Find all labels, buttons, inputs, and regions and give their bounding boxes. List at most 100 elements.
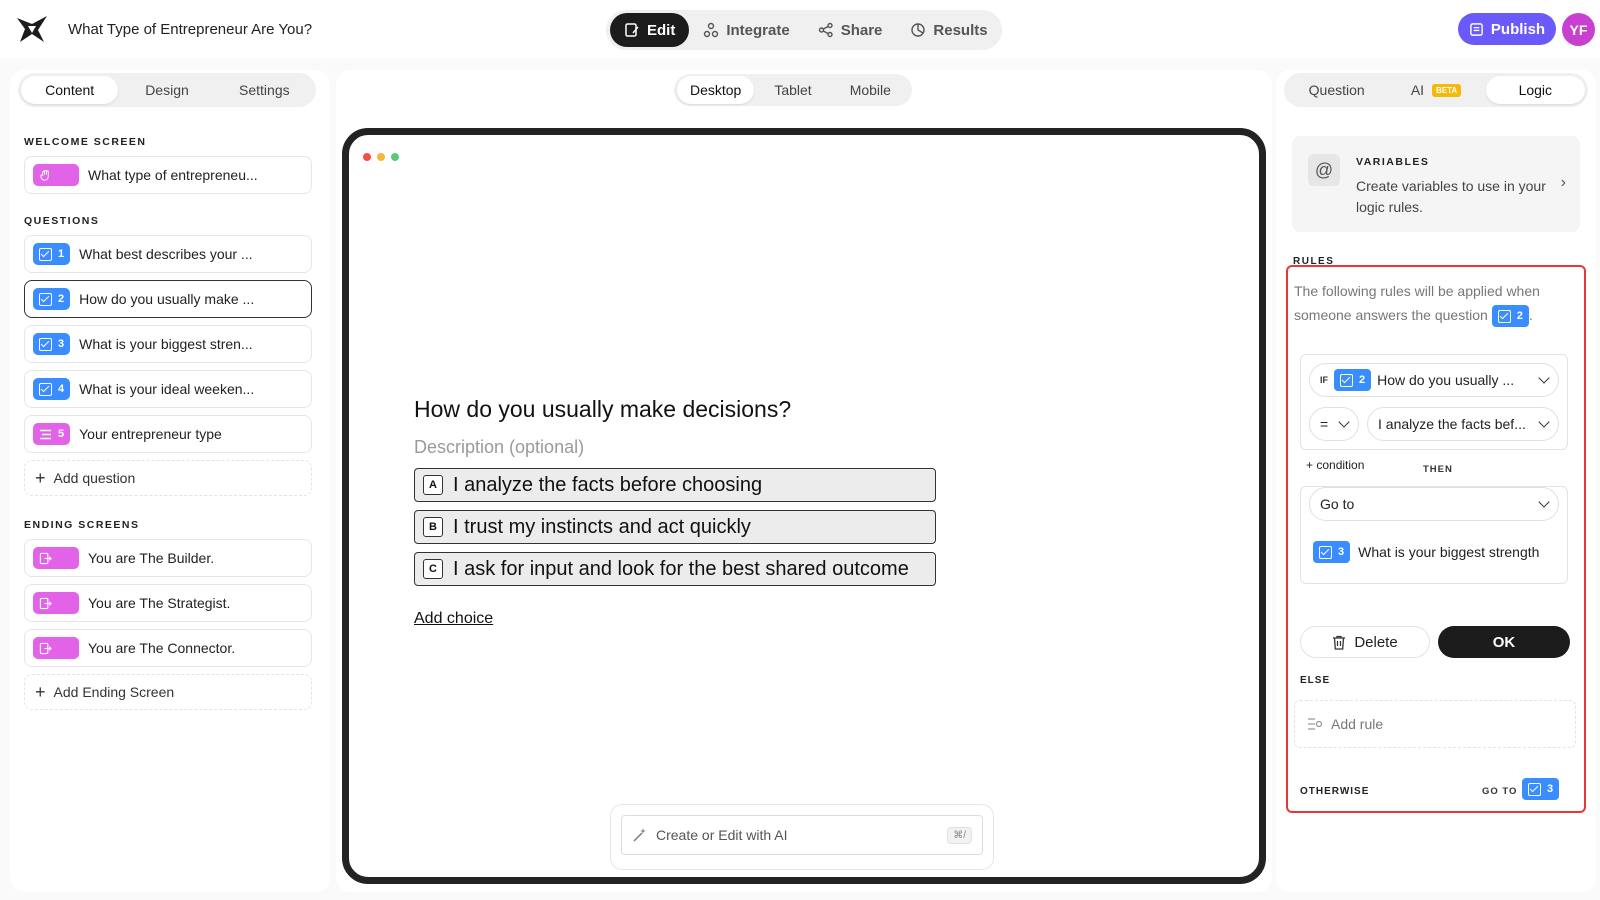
checkbox-icon <box>39 247 52 261</box>
go-to-label: GO TO <box>1482 786 1518 797</box>
question-title[interactable]: How do you usually make decisions? <box>414 396 791 423</box>
question-description-field[interactable]: Description (optional) <box>414 437 584 458</box>
ok-button[interactable]: OK <box>1438 626 1570 658</box>
ending-item-1[interactable]: You are The Builder. <box>24 539 312 577</box>
beta-badge: BETA <box>1431 84 1462 98</box>
welcome-badge <box>33 164 79 186</box>
ai-prompt-input[interactable]: Create or Edit with AI ⌘/ <box>621 815 983 855</box>
add-rule-button[interactable]: Add rule <box>1294 700 1576 748</box>
chevron-down-icon <box>1538 496 1550 508</box>
tab-question[interactable]: Question <box>1287 76 1386 104</box>
question-badge: 3 <box>33 333 71 355</box>
choice-b[interactable]: B I trust my instincts and act quickly <box>414 510 936 544</box>
list-icon <box>40 429 51 439</box>
tab-mobile[interactable]: Mobile <box>832 76 909 104</box>
window-maximize-dot <box>391 153 399 161</box>
questions-label: QUESTIONS <box>24 215 100 227</box>
choice-key: C <box>423 559 443 579</box>
form-title[interactable]: What Type of Entrepreneur Are You? <box>68 21 312 38</box>
target-question-select[interactable]: 3 What is your biggest strength <box>1313 535 1561 569</box>
rules-label: RULES <box>1293 256 1335 264</box>
checkbox-icon <box>1340 373 1353 387</box>
desktop-preview-frame <box>342 128 1266 884</box>
magic-wand-icon <box>633 828 646 842</box>
tab-tablet[interactable]: Tablet <box>754 76 831 104</box>
tab-share[interactable]: Share <box>804 13 897 47</box>
add-choice-link[interactable]: Add choice <box>414 610 493 628</box>
ending-item-3[interactable]: You are The Connector. <box>24 629 312 667</box>
welcome-screen-item[interactable]: What type of entrepreneu... <box>24 156 312 194</box>
question-badge: 4 <box>33 378 71 400</box>
question-item-text: What best describes your ... <box>79 246 253 262</box>
window-close-dot <box>363 153 371 161</box>
tab-desktop[interactable]: Desktop <box>677 76 755 104</box>
question-item-4[interactable]: 4 What is your ideal weeken... <box>24 370 312 408</box>
mode-tabs: Edit Integrate Share Results <box>606 10 1002 50</box>
ending-item-text: You are The Strategist. <box>88 595 231 611</box>
question-item-2[interactable]: 2 How do you usually make ... <box>24 280 312 318</box>
tab-integrate[interactable]: Integrate <box>689 13 803 47</box>
answer-select[interactable]: I analyze the facts bef... <box>1367 407 1559 441</box>
ending-item-text: You are The Builder. <box>88 550 215 566</box>
if-label: IF <box>1320 375 1328 385</box>
question-item-5[interactable]: 5 Your entrepreneur type <box>24 415 312 453</box>
action-card: Go to 3 What is your biggest strength <box>1300 486 1568 584</box>
chevron-right-icon: › <box>1560 174 1566 191</box>
question-badge: 2 <box>33 288 71 310</box>
chevron-down-icon <box>1538 372 1550 384</box>
choice-c[interactable]: C I ask for input and look for the best … <box>414 552 936 586</box>
tab-design[interactable]: Design <box>118 76 215 104</box>
ending-item-2[interactable]: You are The Strategist. <box>24 584 312 622</box>
variables-card[interactable]: @ VARIABLES Create variables to use in y… <box>1292 136 1580 232</box>
delete-rule-button[interactable]: Delete <box>1300 626 1430 658</box>
hand-wave-icon <box>40 169 49 181</box>
tab-ai[interactable]: AI BETA <box>1386 76 1485 104</box>
tab-results[interactable]: Results <box>896 13 1001 47</box>
checkbox-icon <box>1497 309 1511 323</box>
question-badge: 2 <box>1491 305 1529 328</box>
variables-title: VARIABLES <box>1356 156 1430 168</box>
exit-door-icon <box>39 642 52 654</box>
ending-badge <box>33 592 79 614</box>
add-question-button[interactable]: + Add question <box>24 460 312 496</box>
question-badge: 5 <box>33 423 71 445</box>
publish-button[interactable]: Publish <box>1458 13 1556 45</box>
else-label: ELSE <box>1300 675 1331 686</box>
integrate-icon <box>704 22 719 38</box>
question-item-text: What is your ideal weeken... <box>79 381 255 397</box>
keyboard-shortcut-badge: ⌘/ <box>947 827 972 844</box>
if-question-select[interactable]: IF 2 How do you usually ... <box>1309 363 1559 397</box>
user-avatar[interactable]: YF <box>1562 13 1595 46</box>
condition-card: IF 2 How do you usually ... = I analyze … <box>1300 354 1568 450</box>
welcome-screen-text: What type of entrepreneu... <box>88 167 258 183</box>
welcome-screen-label: WELCOME SCREEN <box>24 136 147 148</box>
tab-logic[interactable]: Logic <box>1485 76 1585 104</box>
results-icon <box>911 23 926 37</box>
checkbox-icon <box>39 337 52 351</box>
rules-intro: The following rules will be applied when… <box>1294 279 1574 328</box>
tab-content[interactable]: Content <box>21 76 119 104</box>
tab-settings[interactable]: Settings <box>216 76 313 104</box>
otherwise-target-select[interactable]: 3 <box>1522 778 1560 800</box>
question-item-text: Your entrepreneur type <box>79 426 222 442</box>
add-condition-button[interactable]: + condition <box>1306 458 1364 472</box>
question-badge: 1 <box>33 243 71 265</box>
ending-item-text: You are The Connector. <box>88 640 236 656</box>
app-logo-icon[interactable] <box>14 12 50 46</box>
operator-select[interactable]: = <box>1309 407 1359 441</box>
ending-badge <box>33 547 79 569</box>
tab-edit[interactable]: Edit <box>610 13 690 47</box>
choice-text: I analyze the facts before choosing <box>453 473 763 496</box>
choice-a[interactable]: A I analyze the facts before choosing <box>414 468 936 502</box>
action-select[interactable]: Go to <box>1309 487 1559 521</box>
question-item-3[interactable]: 3 What is your biggest stren... <box>24 325 312 363</box>
question-item-1[interactable]: 1 What best describes your ... <box>24 235 312 273</box>
right-panel-tabs: Question AI BETA Logic <box>1284 73 1588 107</box>
exit-door-icon <box>39 597 52 609</box>
publish-icon <box>1470 22 1483 36</box>
choice-text: I trust my instincts and act quickly <box>453 515 751 538</box>
then-label: THEN <box>1423 464 1453 475</box>
ending-badge <box>33 637 79 659</box>
add-ending-screen-button[interactable]: + Add Ending Screen <box>24 674 312 710</box>
chevron-down-icon <box>1538 416 1550 428</box>
